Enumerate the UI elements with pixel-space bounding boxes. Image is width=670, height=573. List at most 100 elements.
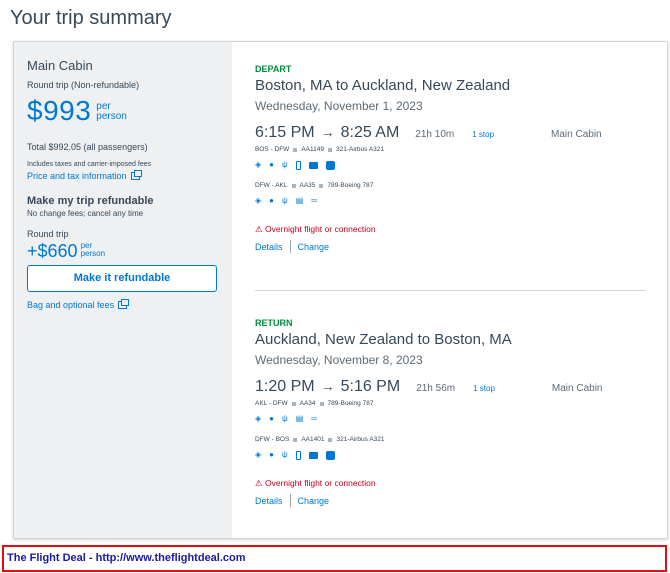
depart-route: Boston, MA to Auckland, New Zealand [255,77,511,94]
return-arrival-time: 5:16 PM [340,378,401,395]
leg-flight-number: AA1149 [301,146,324,153]
depart-leg2-info: DFW - AKL AA35 789-Boeing 787 [255,182,647,189]
page-title: Your trip summary [10,7,172,29]
return-duration: 21h 56m [416,383,456,394]
depart-leg1-amenities: ◈ ● ψ [255,160,647,170]
total-price: Total $992.05 (all passengers) [27,142,148,152]
depart-leg2-amenities: ◈ ● ψ ▤ ═ [255,196,647,206]
power-outlet-icon: ● [269,450,274,459]
return-date: Wednesday, November 8, 2023 [255,353,423,367]
wifi-icon: ◈ [255,414,262,423]
leg-aircraft: 789-Boeing 787 [327,400,374,407]
price-summary-panel: Main Cabin Round trip (Non-refundable) $… [14,42,232,538]
lie-flat-seat-icon: ═ [311,414,317,423]
trip-type: Round trip (Non-refundable) [27,80,140,90]
leg-route: DFW - AKL [255,182,288,189]
return-actions: Details Change [255,494,647,507]
return-times: 1:20 PM → 5:16 PM 21h 56m 1 stop Main Ca… [255,378,647,398]
price-row: $993 per person [27,95,219,125]
warning-icon: ⚠ [255,224,263,234]
wifi-icon: ◈ [255,160,262,169]
return-segment: RETURN Auckland, New Zealand to Boston, … [255,318,647,507]
depart-arrival-time: 8:25 AM [340,124,400,141]
price-tax-link-text[interactable]: Price and tax information [27,171,127,181]
separator-dot-icon [327,147,332,152]
watermark-footer: The Flight Deal - http://www.theflightde… [2,545,667,572]
return-stops-link[interactable]: 1 stop [473,384,495,393]
depart-stops-link[interactable]: 1 stop [472,130,494,139]
separator-dot-icon [291,183,296,188]
separator-dot-icon [319,401,324,406]
footer-text: The Flight Deal - http://www.theflightde… [7,552,246,564]
power-outlet-icon: ● [269,196,274,205]
separator-dot-icon [293,437,298,442]
seatback-tv-icon [308,451,318,459]
leg-route: BOS - DFW [255,146,290,153]
includes-note: Includes taxes and carrier-imposed fees [27,161,152,168]
depart-overnight-warning: ⚠ Overnight flight or connection [255,224,647,235]
lie-flat-seat-icon: ═ [311,196,317,205]
depart-label: DEPART [255,64,292,74]
usb-icon: ψ [282,160,288,169]
usb-icon: ψ [282,196,288,205]
depart-leg1-info: BOS - DFW AA1149 321-Airbus A321 [255,146,647,153]
return-details-link[interactable]: Details [255,496,283,506]
action-divider [289,240,291,253]
warning-text: Overnight flight or connection [265,224,376,234]
separator-dot-icon [319,183,324,188]
leg-route: DFW - BOS [255,436,290,443]
make-refundable-button[interactable]: Make it refundable [27,265,217,292]
external-link-icon [118,299,130,309]
mobile-device-icon [295,450,301,460]
return-leg1-info: AKL - DFW AA34 789-Boeing 787 [255,400,647,407]
leg-aircraft: 321-Airbus A321 [336,436,385,443]
depart-details-link[interactable]: Details [255,242,283,252]
separator-dot-icon [293,147,298,152]
leg-flight-number: AA35 [299,182,316,189]
per-person-label: per person [96,102,127,122]
addon-per-person-label: per person [81,242,105,258]
entertainment-icon [325,160,335,170]
refund-subtitle: No change fees; cancel any time [27,209,144,218]
price-per-person: $993 [27,95,92,126]
depart-cabin: Main Cabin [551,129,602,140]
power-outlet-icon: ● [269,160,274,169]
return-route: Auckland, New Zealand to Boston, MA [255,331,512,348]
return-departure-time: 1:20 PM [255,378,315,395]
arrow-right-icon: → [320,378,335,394]
segment-divider [255,290,645,291]
refund-title: Make my trip refundable [27,195,154,207]
leg-flight-number: AA34 [299,400,316,407]
on-demand-entertainment-icon: ▤ [295,196,304,205]
price-tax-link[interactable]: Price and tax information [27,170,219,181]
person-text: person [96,111,127,122]
entertainment-icon [325,450,335,460]
return-label: RETURN [255,318,293,328]
separator-dot-icon [328,437,333,442]
on-demand-entertainment-icon: ▤ [295,414,304,423]
leg-route: AKL - DFW [255,400,288,407]
return-change-link[interactable]: Change [298,496,330,506]
depart-date: Wednesday, November 1, 2023 [255,99,423,113]
bag-fees-link[interactable]: Bag and optional fees [27,299,219,310]
wifi-icon: ◈ [255,450,262,459]
refund-addon-row: +$660 per person [27,241,219,261]
separator-dot-icon [291,401,296,406]
refund-addon-price: +$660 [27,241,78,261]
warning-icon: ⚠ [255,478,263,488]
round-trip-label: Round trip [27,229,69,239]
depart-actions: Details Change [255,240,647,253]
addon-person-text: person [80,249,106,258]
mobile-device-icon [295,160,301,170]
depart-segment: DEPART Boston, MA to Auckland, New Zeala… [255,64,647,253]
return-leg1-amenities: ◈ ● ψ ▤ ═ [255,414,647,424]
bag-fees-link-text[interactable]: Bag and optional fees [27,300,114,310]
depart-change-link[interactable]: Change [298,242,330,252]
depart-departure-time: 6:15 PM [255,124,315,141]
return-leg2-info: DFW - BOS AA1401 321-Airbus A321 [255,436,647,443]
itinerary-panel: DEPART Boston, MA to Auckland, New Zeala… [232,42,667,538]
usb-icon: ψ [282,414,288,423]
arrow-right-icon: → [320,124,335,140]
warning-text: Overnight flight or connection [265,478,376,488]
usb-icon: ψ [282,450,288,459]
